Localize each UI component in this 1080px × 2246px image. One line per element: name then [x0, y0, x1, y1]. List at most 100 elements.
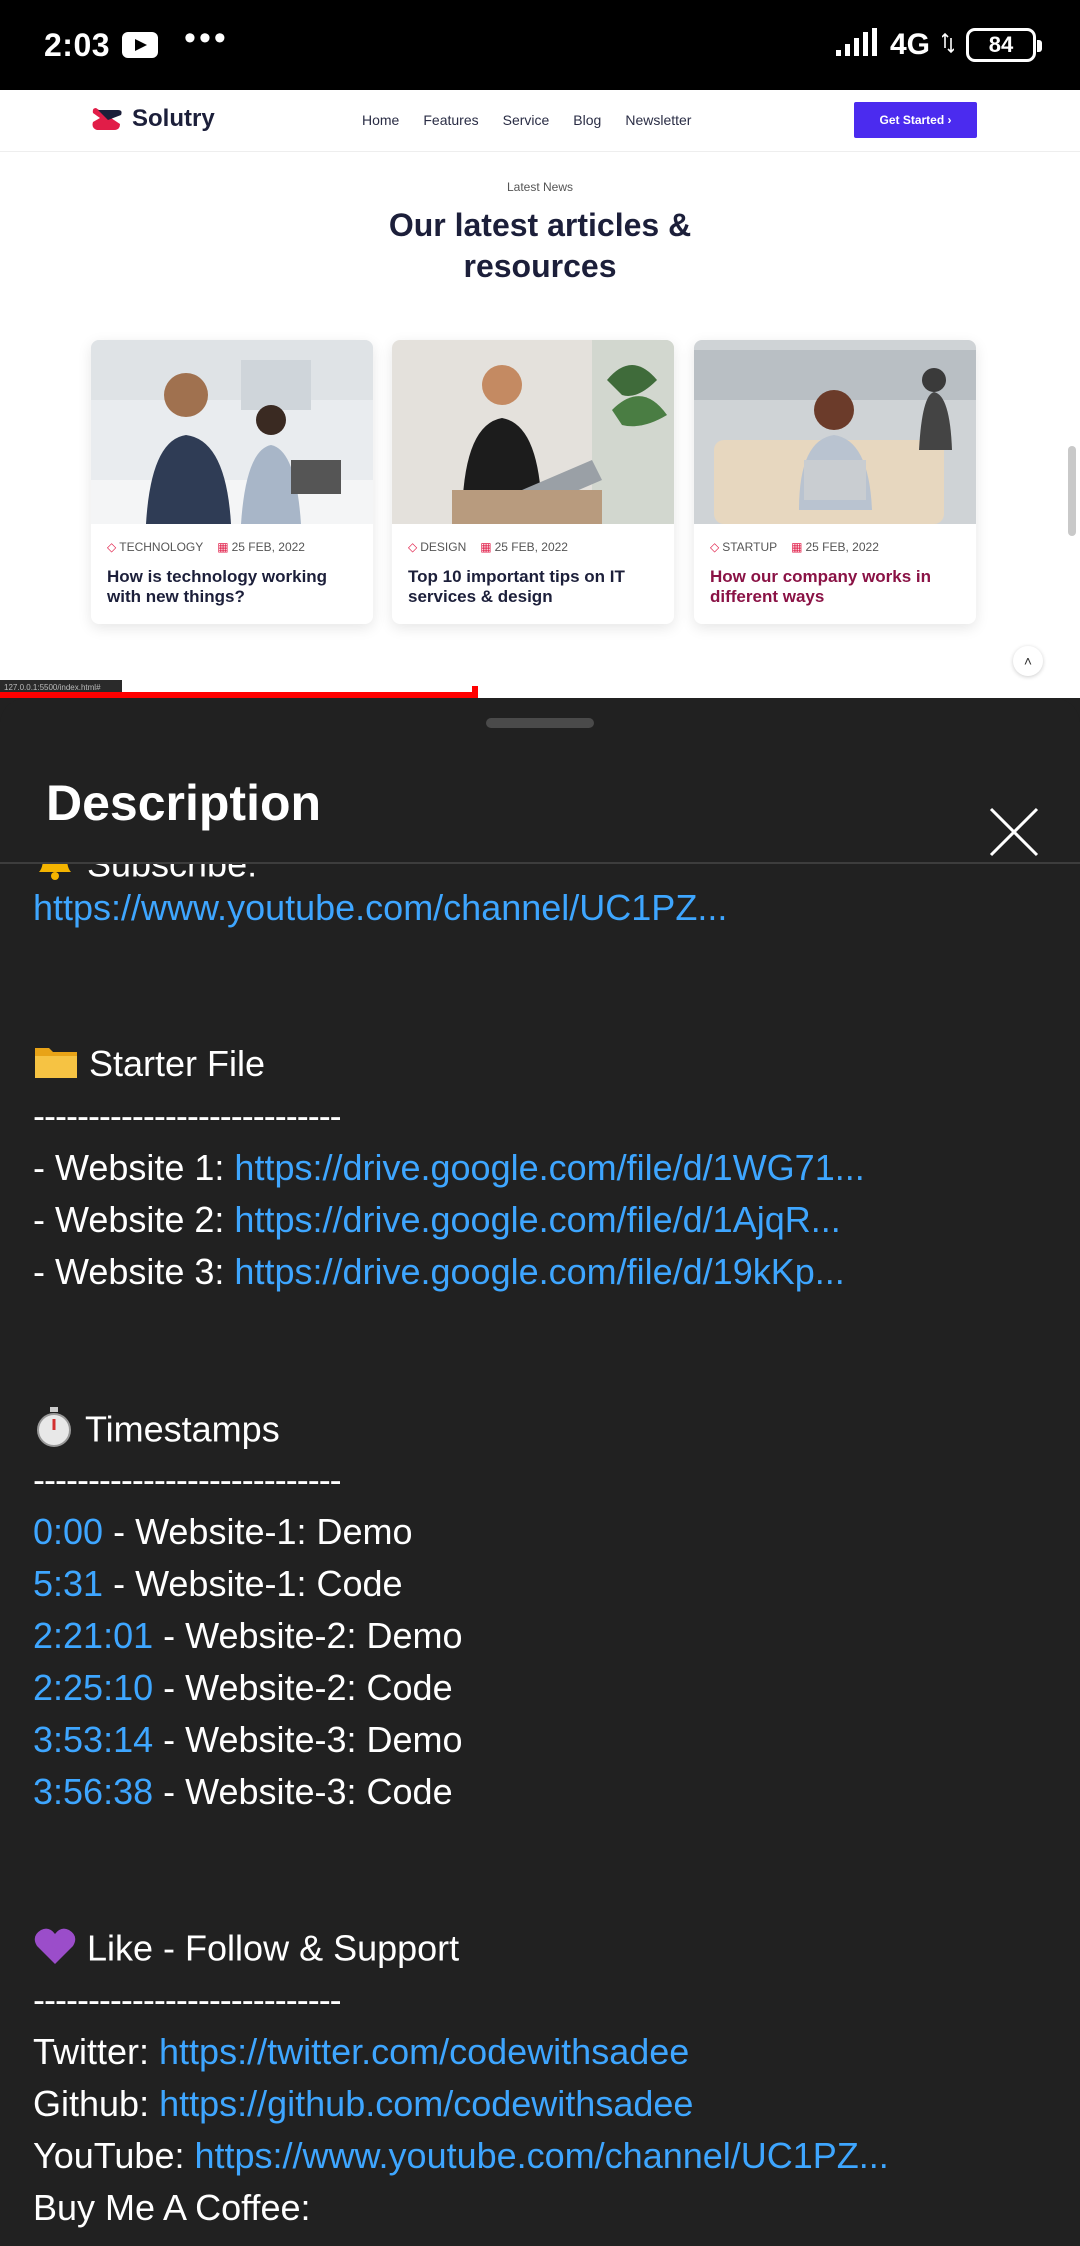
article-title[interactable]: How our company works in different ways — [710, 567, 960, 607]
timestamp-row: 2:21:01 - Website-2: Demo — [33, 1614, 463, 1658]
nav-newsletter[interactable]: Newsletter — [625, 112, 691, 128]
support-heading: Like - Follow & Support — [87, 1927, 460, 1969]
starter-heading: Starter File — [89, 1043, 266, 1084]
nav-home[interactable]: Home — [362, 112, 399, 128]
website-nav-links: Home Features Service Blog Newsletter — [362, 112, 691, 128]
get-started-button[interactable]: Get Started › — [854, 102, 977, 138]
website-link-row: - Website 1: https://drive.google.com/fi… — [33, 1146, 865, 1190]
article-date: ▦ 25 FEB, 2022 — [791, 540, 879, 554]
social-link[interactable]: https://github.com/codewithsadee — [159, 2083, 693, 2124]
calendar-icon: ▦ — [217, 540, 229, 554]
support-heading-line: Like - Follow & Support — [33, 1926, 459, 1976]
description-body: Subscribe: https://www.youtube.com/chann… — [33, 864, 1053, 2246]
timestamp-text: - Website-1: Code — [103, 1563, 403, 1604]
stopwatch-icon — [33, 1406, 75, 1458]
timestamps-heading-line: Timestamps — [33, 1406, 280, 1458]
article-date: ▦ 25 FEB, 2022 — [217, 540, 305, 554]
timestamp-link[interactable]: 5:31 — [33, 1563, 103, 1604]
divider-text: ---------------------------- — [33, 1095, 342, 1136]
article-date-label: 25 FEB, 2022 — [231, 540, 305, 554]
timestamp-row: 3:53:14 - Website-3: Demo — [33, 1718, 463, 1762]
timestamps-heading: Timestamps — [85, 1408, 280, 1450]
divider-text: ---------------------------- — [33, 1459, 342, 1500]
calendar-icon: ▦ — [480, 540, 492, 554]
brand-name: Solutry — [132, 105, 215, 132]
website-link[interactable]: https://drive.google.com/file/d/19kKp... — [234, 1251, 844, 1292]
close-icon — [989, 807, 1039, 857]
article-card[interactable]: ◇ TECHNOLOGY ▦ 25 FEB, 2022 How is technol… — [91, 340, 373, 624]
data-arrows-icon — [941, 32, 955, 59]
article-image — [694, 340, 976, 524]
status-bar: 2:03 ••• 4G 84 — [0, 0, 1080, 90]
scroll-to-top-button[interactable]: ˄ — [1013, 646, 1043, 676]
social-link-row: Github: https://github.com/codewithsadee — [33, 2082, 693, 2126]
folder-icon — [33, 1042, 79, 1090]
timestamp-link[interactable]: 2:21:01 — [33, 1615, 153, 1656]
article-card[interactable]: ◇ STARTUP ▦ 25 FEB, 2022 How our company w… — [694, 340, 976, 624]
timestamp-link[interactable]: 2:25:10 — [33, 1667, 153, 1708]
social-link[interactable]: https://www.youtube.com/channel/UC1PZ... — [194, 2135, 888, 2176]
article-meta: ◇ DESIGN ▦ 25 FEB, 2022 — [408, 540, 568, 554]
purple-heart-icon — [33, 1926, 77, 1976]
section-title: Our latest articles & resources — [388, 207, 692, 284]
close-button[interactable] — [988, 806, 1040, 858]
article-date-label: 25 FEB, 2022 — [494, 540, 568, 554]
starter-heading-line: Starter File — [33, 1042, 265, 1090]
article-tag[interactable]: ◇ DESIGN — [408, 540, 466, 554]
website-link-row: - Website 2: https://drive.google.com/fi… — [33, 1198, 841, 1242]
website-scrollbar[interactable] — [1068, 446, 1076, 536]
website-logo[interactable]: Solutry — [90, 104, 215, 134]
timestamp-link[interactable]: 3:56:38 — [33, 1771, 153, 1812]
video-progress-knob[interactable] — [472, 686, 479, 698]
network-type: 4G — [889, 28, 930, 61]
signal-icon — [834, 27, 878, 63]
drag-handle[interactable] — [486, 718, 594, 728]
description-sheet: Description Subscribe: https://www.youtu… — [0, 698, 1080, 2246]
sheet-title: Description — [46, 775, 322, 831]
section-eyebrow: Latest News — [506, 180, 574, 194]
timestamp-link[interactable]: 0:00 — [33, 1511, 103, 1552]
social-link-row: Twitter: https://twitter.com/codewithsad… — [33, 2030, 689, 2074]
timestamp-row: 0:00 - Website-1: Demo — [33, 1510, 413, 1554]
article-image — [91, 340, 373, 524]
social-link[interactable]: https://twitter.com/codewithsadee — [159, 2031, 689, 2072]
tag-icon: ◇ — [107, 540, 117, 554]
social-label: Github: — [33, 2083, 160, 2124]
article-tag[interactable]: ◇ STARTUP — [710, 540, 777, 554]
timestamp-row: 5:31 - Website-1: Code — [33, 1562, 403, 1606]
social-link-row: YouTube: https://www.youtube.com/channel… — [33, 2134, 889, 2178]
website-link-label: - Website 2: — [33, 1199, 235, 1240]
nav-service[interactable]: Service — [503, 112, 550, 128]
more-notifications-icon: ••• — [184, 19, 229, 57]
article-tag-label: DESIGN — [420, 540, 467, 554]
article-date: ▦ 25 FEB, 2022 — [480, 540, 568, 554]
article-meta: ◇ STARTUP ▦ 25 FEB, 2022 — [710, 540, 879, 554]
article-title[interactable]: How is technology working with new thing… — [107, 567, 357, 607]
timestamp-row: 3:56:38 - Website-3: Code — [33, 1770, 453, 1814]
article-date-label: 25 FEB, 2022 — [805, 540, 879, 554]
video-player[interactable]: Solutry Home Features Service Blog Newsl… — [0, 90, 1080, 698]
nav-blog[interactable]: Blog — [573, 112, 601, 128]
status-right: 4G 84 — [834, 27, 1042, 63]
website-link[interactable]: https://drive.google.com/file/d/1WG71... — [234, 1147, 864, 1188]
article-tag-label: TECHNOLOGY — [119, 540, 204, 554]
timestamp-text: - Website-3: Demo — [153, 1719, 463, 1760]
solutry-logo-icon — [90, 104, 124, 134]
timestamp-link[interactable]: 3:53:14 — [33, 1719, 153, 1760]
battery-icon: 84 — [966, 28, 1042, 62]
subscribe-label: Subscribe: — [87, 864, 258, 885]
website-link[interactable]: https://drive.google.com/file/d/1AjqR... — [234, 1199, 840, 1240]
article-card[interactable]: ◇ DESIGN ▦ 25 FEB, 2022 Top 10 important t… — [392, 340, 674, 624]
nav-features[interactable]: Features — [423, 112, 478, 128]
timestamp-text: - Website-1: Demo — [103, 1511, 413, 1552]
article-meta: ◇ TECHNOLOGY ▦ 25 FEB, 2022 — [107, 540, 305, 554]
website-link-row: - Website 3: https://drive.google.com/fi… — [33, 1250, 845, 1294]
article-tag[interactable]: ◇ TECHNOLOGY — [107, 540, 203, 554]
tag-icon: ◇ — [710, 540, 720, 554]
tag-icon: ◇ — [408, 540, 418, 554]
status-time: 2:03 — [44, 26, 111, 63]
timestamp-text: - Website-2: Code — [153, 1667, 453, 1708]
subscribe-link[interactable]: https://www.youtube.com/channel/UC1PZ... — [33, 886, 727, 930]
article-image — [392, 340, 674, 524]
article-title[interactable]: Top 10 important tips on IT services & d… — [408, 567, 658, 607]
